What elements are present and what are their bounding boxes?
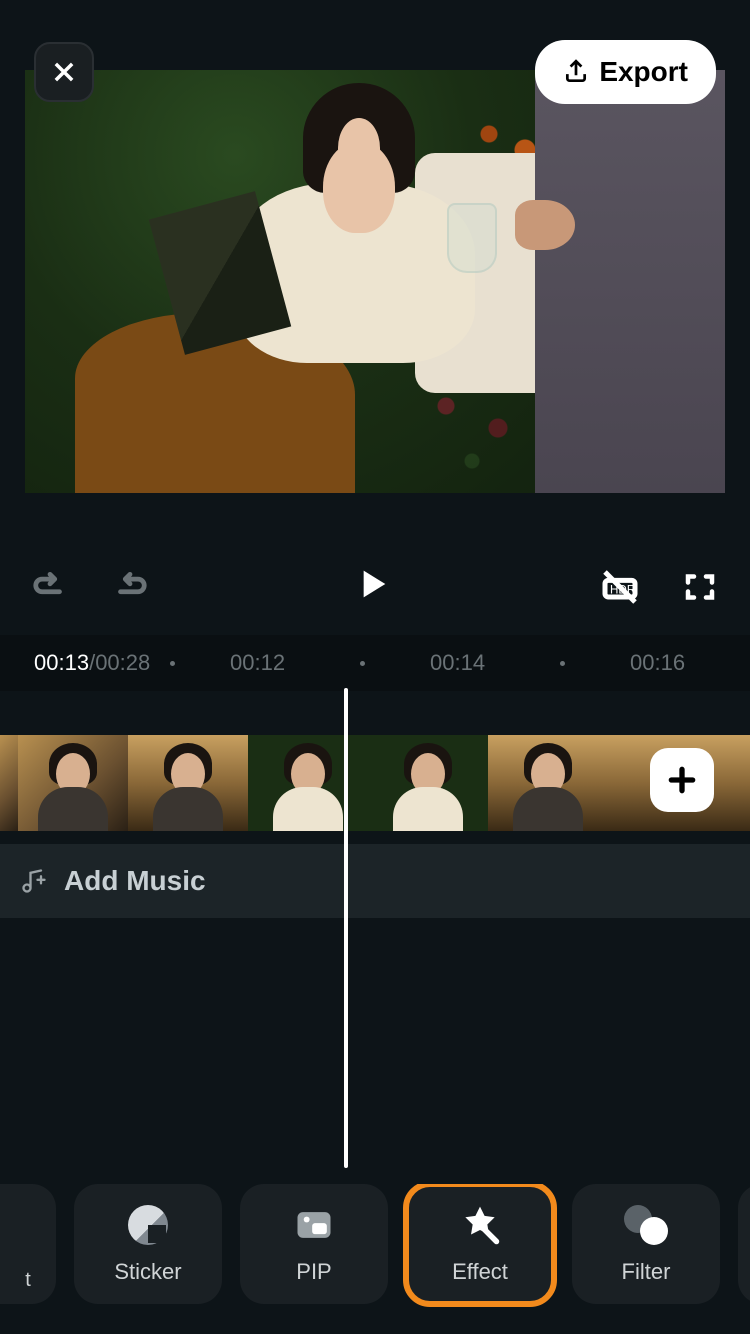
undo-button[interactable] — [30, 567, 70, 607]
tool-pip[interactable]: PIP — [240, 1184, 388, 1304]
play-icon — [352, 564, 392, 604]
ruler-dot — [170, 661, 175, 666]
video-preview[interactable] — [25, 70, 725, 493]
tool-label: t — [25, 1269, 31, 1292]
export-button[interactable]: Export — [535, 40, 716, 104]
music-plus-icon — [20, 867, 48, 895]
ruler-label: 00:12 — [230, 650, 285, 676]
time-ruler[interactable]: 00:13/00:28 00:12 00:14 00:16 — [0, 635, 750, 691]
tool-text[interactable]: t — [0, 1184, 56, 1304]
timeline-thumb[interactable] — [128, 735, 248, 831]
video-editor-app: Export — [0, 0, 750, 1334]
tool-label: Effect — [452, 1259, 508, 1285]
add-music-label: Add Music — [64, 865, 206, 897]
timecode-current: 00:13 — [34, 650, 89, 676]
preview-frame — [25, 70, 725, 493]
undo-icon — [31, 568, 69, 606]
hdr-toggle-button[interactable]: HDR — [600, 567, 640, 607]
play-button[interactable] — [352, 564, 398, 610]
playhead[interactable] — [344, 688, 348, 1168]
ruler-dot — [560, 661, 565, 666]
hdr-off-icon: HDR — [600, 567, 640, 607]
magic-wand-icon — [458, 1202, 502, 1248]
tool-label: PIP — [296, 1259, 331, 1285]
redo-icon — [111, 568, 149, 606]
timeline-thumb[interactable] — [18, 735, 128, 831]
redo-button[interactable] — [110, 567, 150, 607]
export-icon — [563, 59, 589, 85]
bottom-toolbar: t Sticker PIP Effect Filter A — [0, 1184, 750, 1314]
tool-filter[interactable]: Filter — [572, 1184, 720, 1304]
tool-label: Sticker — [114, 1259, 181, 1285]
timeline-thumb[interactable] — [248, 735, 368, 831]
fullscreen-button[interactable] — [680, 567, 720, 607]
plus-icon — [666, 764, 698, 796]
export-label: Export — [599, 56, 688, 88]
close-icon — [50, 58, 78, 86]
timeline-thumb[interactable] — [368, 735, 488, 831]
timeline-thumb[interactable] — [0, 735, 18, 831]
add-music-button[interactable]: Add Music — [0, 844, 750, 918]
timeline-thumb[interactable] — [488, 735, 608, 831]
playback-controls: HDR — [0, 547, 750, 627]
close-button[interactable] — [34, 42, 94, 102]
fullscreen-icon — [682, 569, 718, 605]
tool-label: Filter — [622, 1259, 671, 1285]
pip-icon — [292, 1203, 336, 1247]
tool-effect[interactable]: Effect — [406, 1184, 554, 1304]
sticker-icon — [128, 1205, 168, 1245]
filter-icon — [624, 1205, 668, 1245]
ruler-label: 00:14 — [430, 650, 485, 676]
ruler-label: 00:16 — [630, 650, 685, 676]
tool-sticker[interactable]: Sticker — [74, 1184, 222, 1304]
ruler-marks: 00:12 00:14 00:16 — [170, 635, 750, 691]
ruler-dot — [360, 661, 365, 666]
tool-adjust[interactable]: A — [738, 1184, 750, 1304]
top-bar: Export — [0, 40, 750, 104]
timecode-total: 00:28 — [95, 650, 150, 676]
add-clip-button[interactable] — [650, 748, 714, 812]
timeline-clip-strip[interactable] — [0, 735, 750, 831]
